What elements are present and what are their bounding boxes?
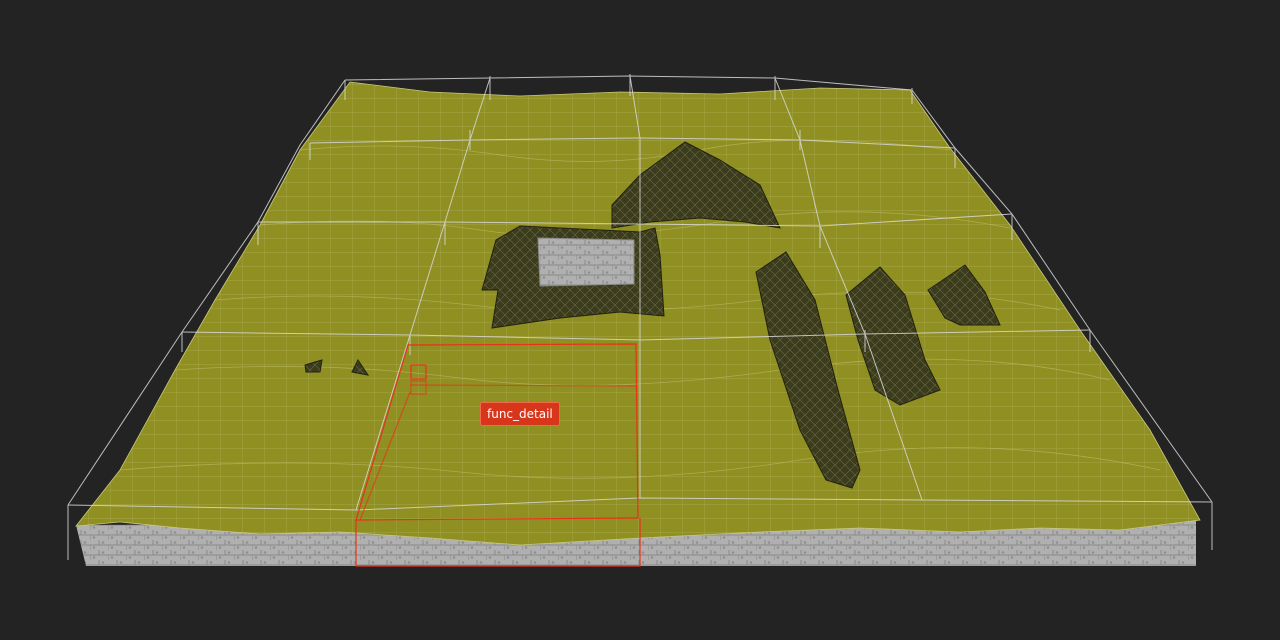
terrain-scene[interactable] [0, 0, 1280, 640]
3d-viewport[interactable]: func_detail [0, 0, 1280, 640]
entity-label-func-detail[interactable]: func_detail [480, 402, 560, 426]
grey-brush-block [537, 237, 635, 287]
